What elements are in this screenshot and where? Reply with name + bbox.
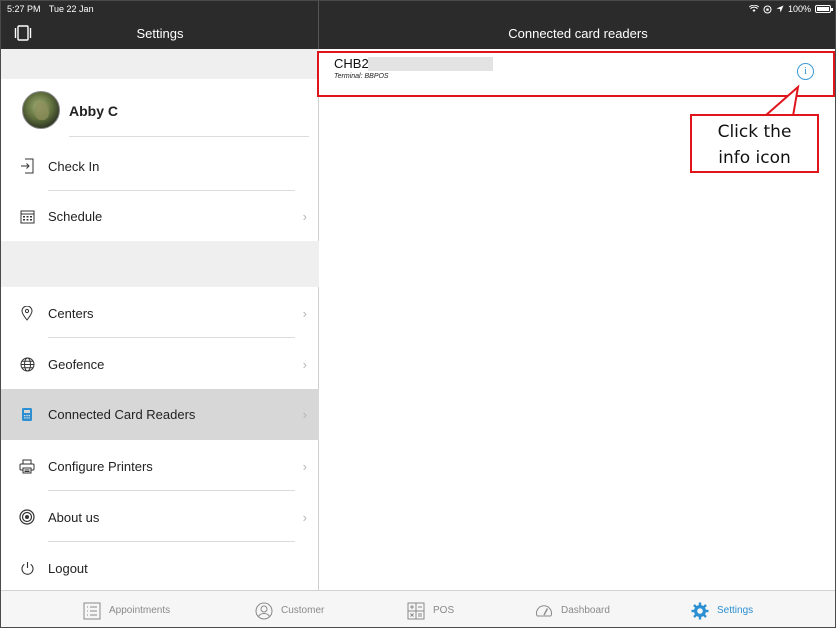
battery-percent: 100% (787, 4, 811, 14)
location-pin-icon (19, 305, 35, 321)
menu-item-centers[interactable]: Centers › (1, 288, 319, 338)
location-arrow-icon (776, 5, 784, 13)
app-window: 5:27 PM Tue 22 Jan 100% Settings Connect… (0, 0, 836, 628)
gauge-icon (535, 602, 553, 620)
section-spacer (1, 241, 319, 287)
card-reader-icon (19, 407, 35, 423)
top-bar: 5:27 PM Tue 22 Jan 100% Settings Connect… (1, 1, 835, 49)
chevron-right-icon: › (302, 458, 307, 474)
power-icon (19, 560, 35, 576)
target-icon (19, 509, 35, 525)
callout-line: info icon (718, 148, 791, 168)
divider (48, 541, 295, 542)
list-icon (83, 602, 101, 620)
chevron-right-icon: › (302, 407, 307, 422)
menu-item-label: Schedule (48, 208, 103, 224)
menu-item-label: Connected Card Readers (48, 407, 196, 422)
tab-label: Settings (717, 605, 754, 616)
printer-icon (19, 458, 35, 474)
chevron-right-icon: › (302, 356, 307, 372)
tab-label: Customer (281, 605, 325, 616)
menu-item-label: Logout (48, 560, 88, 576)
chevron-right-icon: › (302, 305, 307, 321)
menu-item-label: About us (48, 509, 100, 525)
orientation-lock-icon (763, 5, 772, 13)
settings-title: Settings (136, 26, 184, 41)
menu-item-configure-printers[interactable]: Configure Printers › (1, 441, 319, 491)
section-spacer (1, 49, 319, 79)
tab-customer[interactable]: Customer (255, 591, 325, 627)
profile-name: Abby C (69, 103, 118, 119)
menu-item-check-in[interactable]: Check In (1, 141, 319, 191)
user-icon (255, 602, 273, 620)
divider (69, 136, 309, 137)
status-date: Tue 22 Jan (48, 4, 94, 14)
tab-dashboard[interactable]: Dashboard (535, 591, 610, 627)
profile-row[interactable]: Abby C (1, 83, 319, 137)
tab-appointments[interactable]: Appointments (83, 591, 171, 627)
avatar (22, 91, 60, 129)
chevron-right-icon: › (302, 208, 307, 224)
menu-item-label: Check In (48, 158, 100, 174)
gear-icon (691, 602, 709, 620)
tab-label: Appointments (109, 605, 171, 616)
annotation-callout: Click the info icon (690, 114, 819, 173)
calendar-icon (19, 208, 35, 224)
menu-item-logout[interactable]: Logout (1, 543, 319, 593)
header-divider (318, 1, 319, 49)
menu-item-label: Configure Printers (48, 458, 153, 474)
menu-item-label: Geofence (48, 356, 105, 372)
check-in-icon (19, 158, 35, 174)
callout-line: Click the (717, 122, 792, 142)
menu-item-geofence[interactable]: Geofence › (1, 339, 319, 389)
menu-item-schedule[interactable]: Schedule › (1, 191, 319, 241)
status-time: 5:27 PM (7, 4, 41, 14)
tab-label: POS (433, 605, 455, 616)
chevron-right-icon: › (302, 509, 307, 525)
card-readers-title: Connected card readers (508, 26, 648, 41)
tab-bar: Appointments Customer POS Dashboard Sett… (1, 590, 835, 627)
calculator-icon (407, 602, 425, 620)
menu-item-connected-card-readers[interactable]: Connected Card Readers › (1, 389, 319, 440)
status-bar-left: 5:27 PM Tue 22 Jan (7, 4, 100, 14)
globe-icon (19, 356, 35, 372)
settings-sidebar: Abby C Check In Schedule › Centers › Geo… (1, 49, 319, 590)
status-bar-right: 100% (748, 4, 811, 14)
divider (48, 337, 295, 338)
divider (48, 490, 295, 491)
wifi-icon (748, 5, 759, 12)
tab-settings[interactable]: Settings (691, 591, 754, 627)
menu-item-about-us[interactable]: About us › (1, 492, 319, 542)
menu-item-label: Centers (48, 305, 94, 321)
tab-label: Dashboard (561, 605, 610, 616)
tab-pos[interactable]: POS (407, 591, 455, 627)
battery-icon (815, 5, 833, 13)
